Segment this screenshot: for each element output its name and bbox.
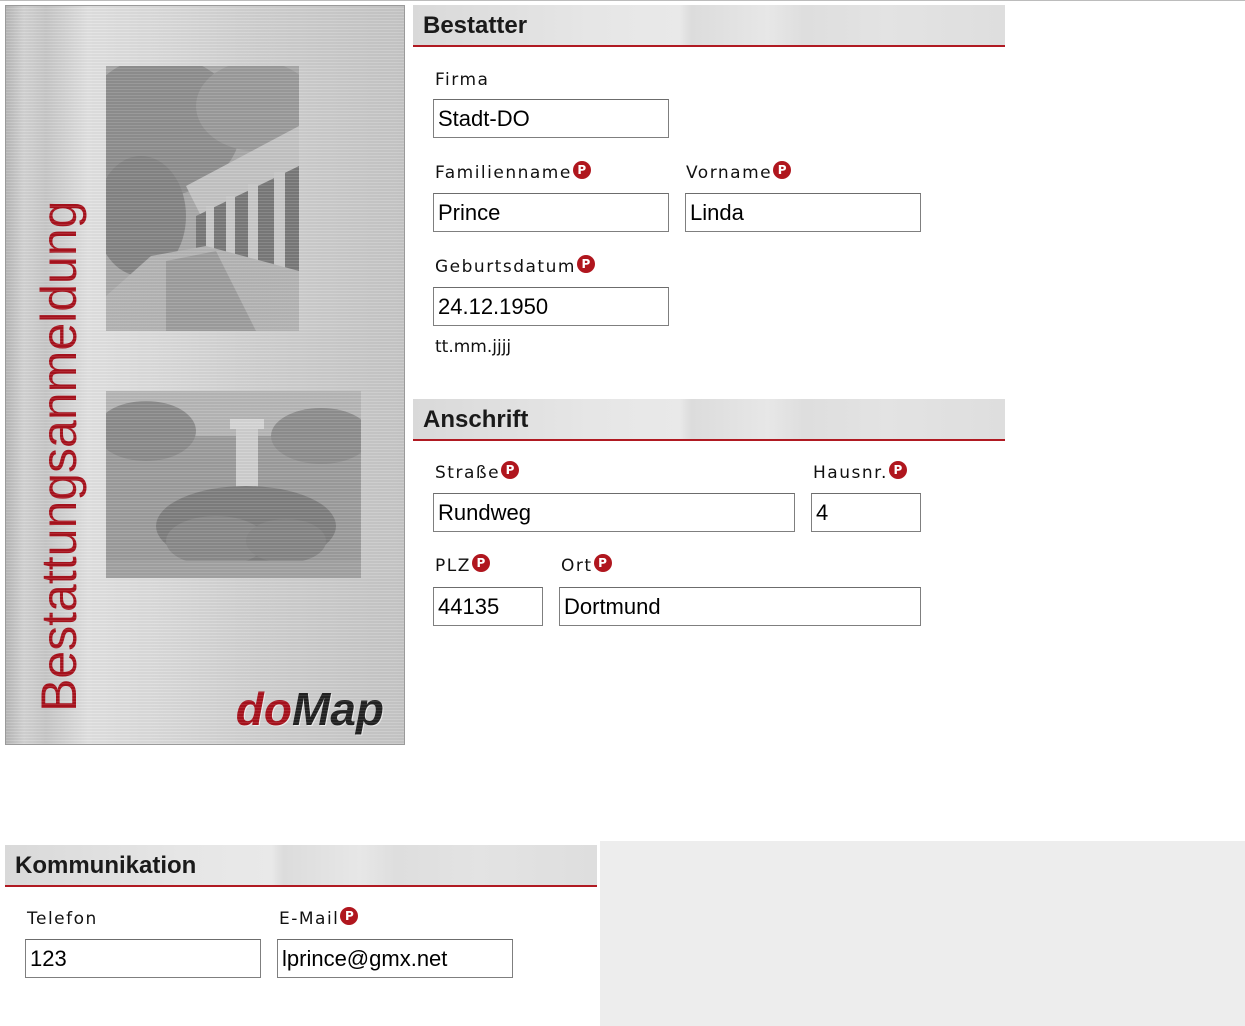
grave-photo bbox=[106, 391, 361, 578]
ort-input[interactable] bbox=[559, 587, 921, 626]
hausnr-input[interactable] bbox=[811, 493, 921, 532]
gray-panel bbox=[600, 841, 1245, 1026]
ort-label: Ort P bbox=[561, 554, 612, 576]
section-header-anschrift: Anschrift bbox=[413, 399, 1005, 441]
top-border bbox=[0, 0, 1245, 1]
required-icon: P bbox=[501, 461, 520, 479]
email-label-text: E-Mail bbox=[279, 909, 340, 929]
banner: Bestattungsanmeldung doMap bbox=[5, 5, 405, 745]
strasse-label: Straße P bbox=[435, 461, 520, 483]
geburtsdatum-label-text: Geburtsdatum bbox=[435, 257, 576, 277]
section-title-bestatter: Bestatter bbox=[423, 12, 528, 39]
geburtsdatum-label: Geburtsdatum P bbox=[435, 255, 595, 277]
section-title-anschrift: Anschrift bbox=[423, 406, 529, 433]
familienname-label: Familienname P bbox=[435, 161, 591, 183]
strasse-label-text: Straße bbox=[435, 463, 501, 483]
plz-label-text: PLZ bbox=[435, 556, 471, 576]
section-header-kommunikation: Kommunikation bbox=[5, 845, 597, 887]
familienname-label-text: Familienname bbox=[435, 163, 572, 183]
geburtsdatum-input[interactable] bbox=[433, 287, 669, 326]
ort-label-text: Ort bbox=[561, 556, 593, 576]
plz-label: PLZ P bbox=[435, 554, 490, 576]
strasse-input[interactable] bbox=[433, 493, 795, 532]
telefon-label-text: Telefon bbox=[27, 909, 98, 929]
firma-label: Firma bbox=[435, 70, 489, 90]
date-format-hint: tt.mm.jjjj bbox=[435, 337, 512, 357]
required-icon: P bbox=[773, 161, 792, 179]
required-icon: P bbox=[340, 907, 359, 925]
required-icon: P bbox=[888, 461, 907, 479]
colonnade-photo bbox=[106, 66, 299, 331]
familienname-input[interactable] bbox=[433, 193, 669, 232]
email-input[interactable] bbox=[277, 939, 513, 978]
vorname-label-text: Vorname bbox=[686, 163, 773, 183]
banner-title: Bestattungsanmeldung bbox=[31, 200, 87, 712]
required-icon: P bbox=[576, 255, 595, 273]
hausnr-label: Hausnr. P bbox=[813, 461, 907, 483]
plz-input[interactable] bbox=[433, 587, 543, 626]
vorname-label: Vorname P bbox=[686, 161, 792, 183]
required-icon: P bbox=[471, 554, 490, 572]
email-label: E-Mail P bbox=[279, 907, 359, 929]
required-icon: P bbox=[593, 554, 612, 572]
logo-map: Map bbox=[292, 683, 384, 735]
firma-input[interactable] bbox=[433, 99, 669, 138]
telefon-label: Telefon bbox=[27, 909, 98, 929]
section-header-bestatter: Bestatter bbox=[413, 5, 1005, 47]
telefon-input[interactable] bbox=[25, 939, 261, 978]
hausnr-label-text: Hausnr. bbox=[813, 463, 888, 483]
section-title-kommunikation: Kommunikation bbox=[15, 852, 197, 879]
domap-logo: doMap bbox=[236, 682, 384, 736]
logo-do: do bbox=[235, 683, 292, 735]
vorname-input[interactable] bbox=[685, 193, 921, 232]
required-icon: P bbox=[572, 161, 591, 179]
firma-label-text: Firma bbox=[435, 70, 490, 90]
